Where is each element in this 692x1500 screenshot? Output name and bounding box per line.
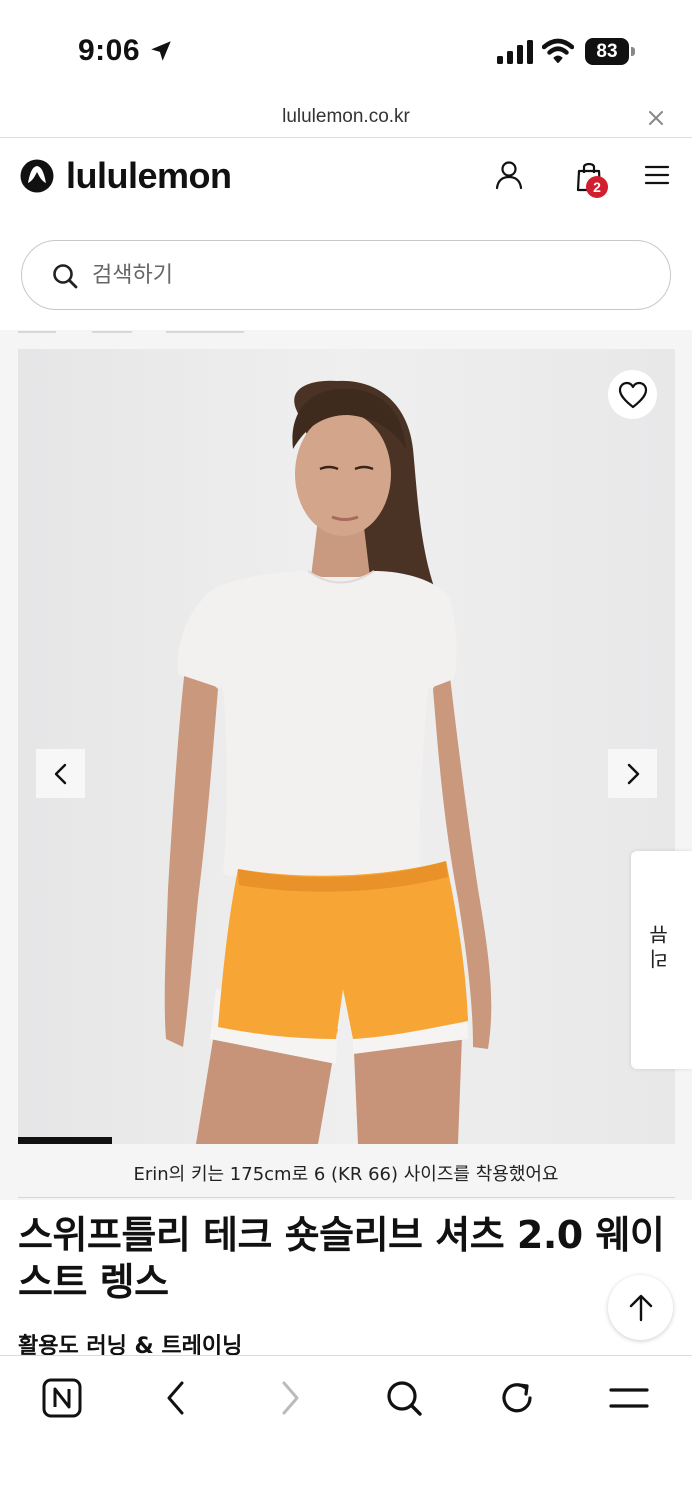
scroll-to-top-button[interactable] <box>608 1275 673 1340</box>
naver-n-icon <box>42 1378 82 1418</box>
back-icon <box>167 1381 184 1415</box>
lululemon-logo-icon <box>20 159 54 193</box>
user-icon[interactable] <box>494 160 524 190</box>
breadcrumb-stub <box>92 331 132 333</box>
divider <box>18 1197 675 1198</box>
location-arrow-icon <box>151 41 171 61</box>
product-title: 스위프틀리 테크 숏슬리브 셔츠 2.0 웨이스트 렝스 <box>18 1213 665 1304</box>
browser-search-button[interactable] <box>382 1376 426 1420</box>
refresh-icon <box>502 1383 532 1413</box>
battery-indicator: 83 <box>585 38 635 65</box>
image-progress-fill <box>18 1137 112 1144</box>
forward-button[interactable] <box>268 1376 312 1420</box>
model-size-caption: Erin의 키는 175cm로 6 (KR 66) 사이즈를 착용했어요 <box>133 1164 559 1185</box>
battery-tip <box>631 47 635 56</box>
browser-menu-button[interactable] <box>607 1376 651 1420</box>
menu-icon <box>609 1388 649 1408</box>
model-illustration <box>164 380 492 1144</box>
brand-name: lululemon <box>66 155 232 196</box>
breadcrumb-stub <box>18 331 56 333</box>
brand-logo[interactable]: lululemon <box>20 155 232 196</box>
hamburger-menu-icon[interactable] <box>644 164 670 186</box>
browser-toolbar <box>0 1355 692 1500</box>
wifi-icon <box>542 38 574 63</box>
review-side-tab[interactable]: 리뷰 <box>631 851 692 1069</box>
back-button[interactable] <box>154 1376 198 1420</box>
forward-icon <box>282 1381 299 1415</box>
refresh-button[interactable] <box>495 1376 539 1420</box>
breadcrumb-stubs <box>0 330 692 336</box>
battery-level: 83 <box>585 38 629 65</box>
naver-home-button[interactable] <box>40 1376 84 1420</box>
url-text[interactable]: lululemon.co.kr <box>0 106 692 128</box>
search-icon <box>387 1381 422 1416</box>
arrow-up-icon <box>629 1294 652 1321</box>
wishlist-button[interactable] <box>608 370 657 419</box>
prev-image-button[interactable] <box>36 749 85 798</box>
search-box[interactable] <box>21 240 671 310</box>
cart-count-badge[interactable]: 2 <box>586 176 608 198</box>
cellular-signal-icon <box>497 40 533 64</box>
chevron-right-icon <box>627 763 639 784</box>
chevron-left-icon <box>54 763 66 784</box>
heart-icon <box>618 381 647 408</box>
breadcrumb-stub <box>166 331 244 333</box>
review-tab-label: 리뷰 <box>648 921 672 969</box>
close-icon[interactable] <box>645 107 667 129</box>
search-icon <box>53 264 78 289</box>
url-bar[interactable]: lululemon.co.kr <box>0 100 692 138</box>
status-time: 9:06 <box>78 34 141 67</box>
next-image-button[interactable] <box>608 749 657 798</box>
image-progress <box>18 1137 675 1144</box>
status-bar: 9:06 83 <box>0 0 692 100</box>
search-input[interactable] <box>92 257 632 293</box>
product-image[interactable] <box>18 349 675 1144</box>
